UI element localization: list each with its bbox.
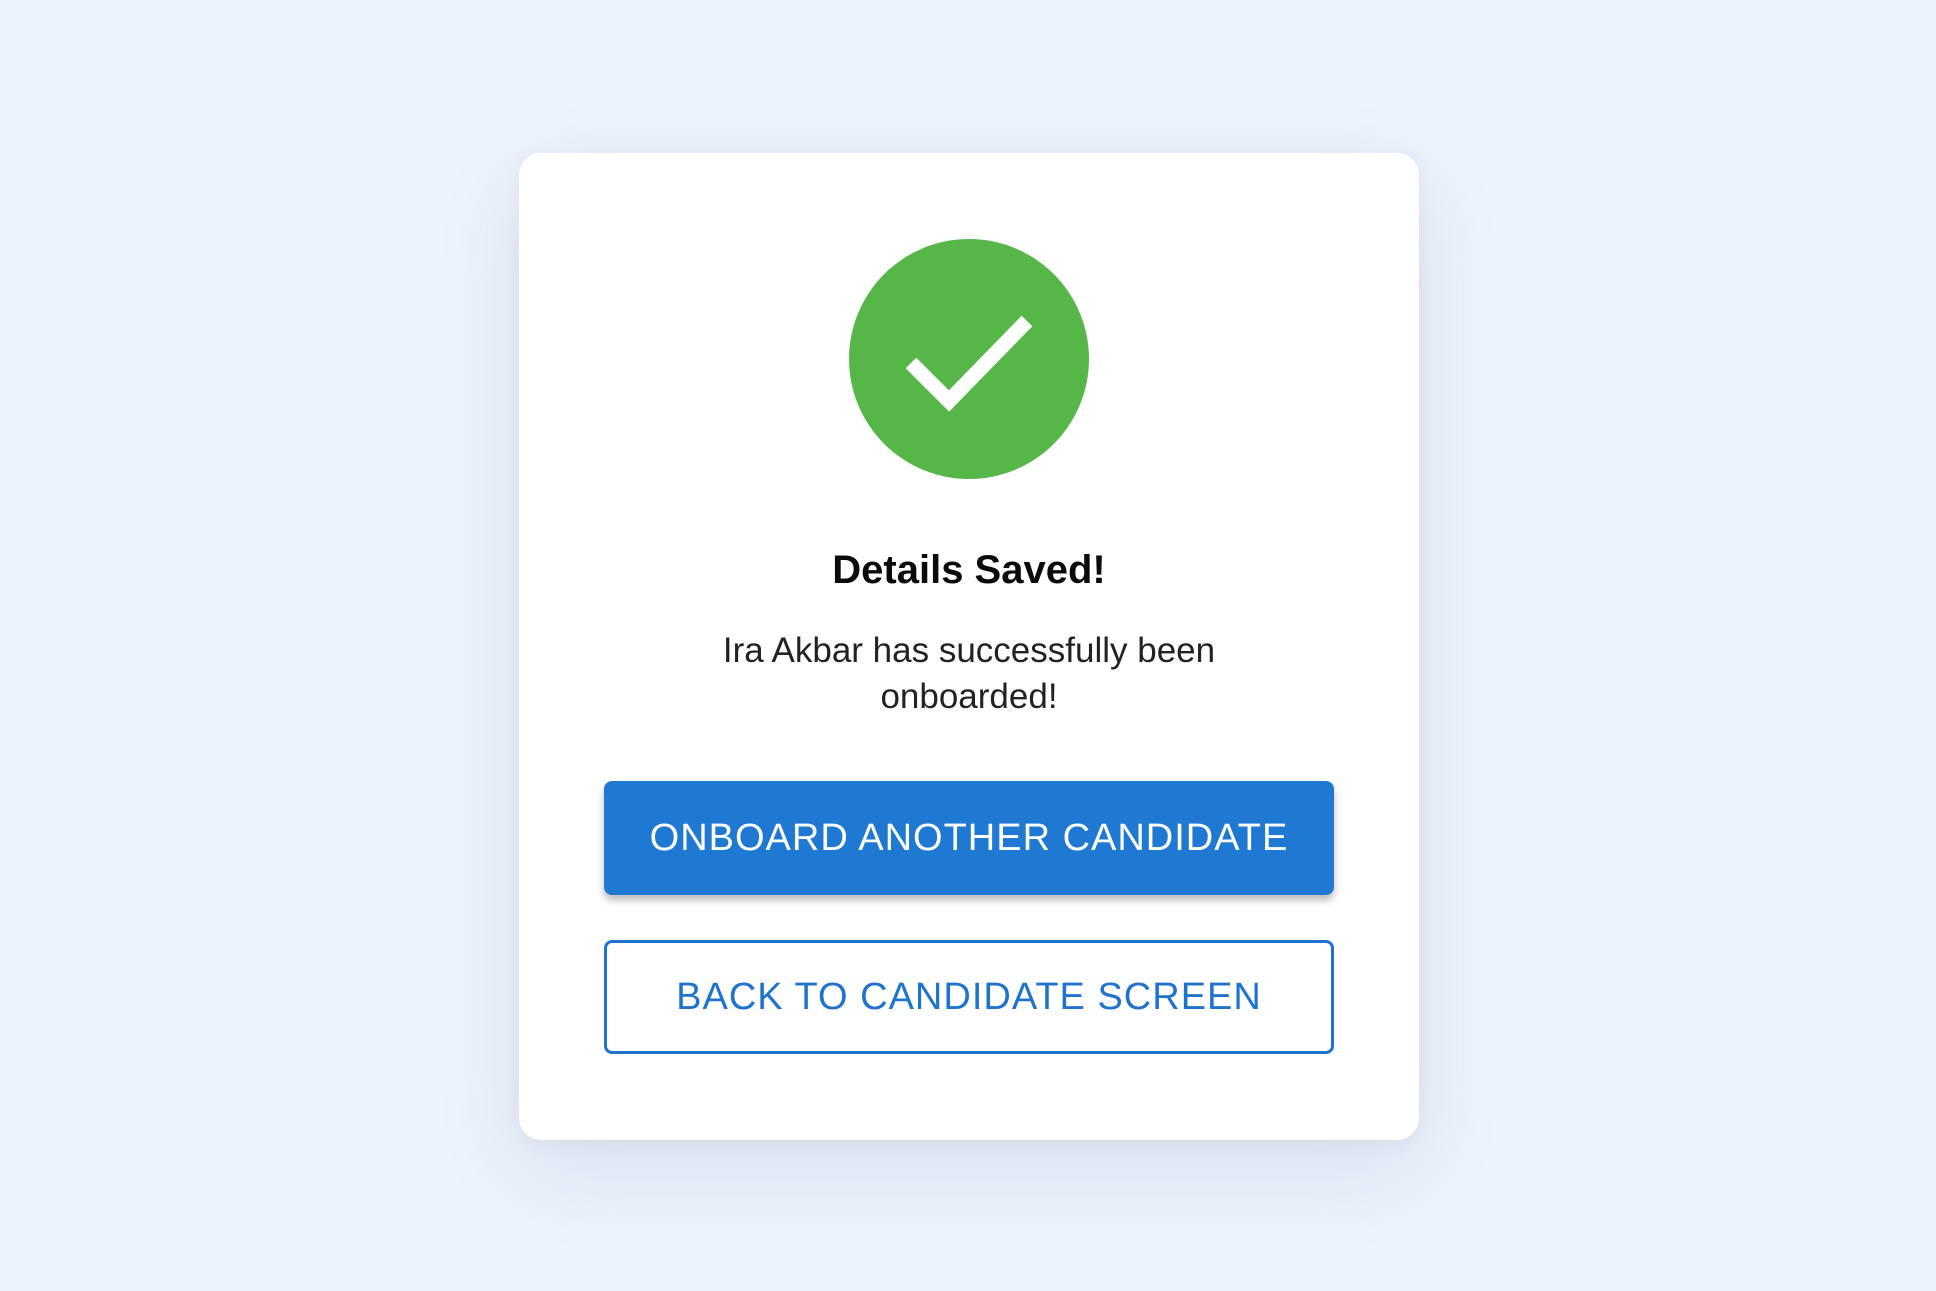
dialog-title: Details Saved! <box>832 548 1106 592</box>
check-circle-icon <box>849 239 1089 479</box>
back-to-candidate-screen-button[interactable]: BACK TO CANDIDATE SCREEN <box>604 940 1334 1054</box>
success-dialog: Details Saved! Ira Akbar has successfull… <box>519 153 1419 1140</box>
checkmark-icon <box>905 315 1033 412</box>
dialog-message: Ira Akbar has successfully been onboarde… <box>722 631 1216 716</box>
onboard-another-candidate-button[interactable]: ONBOARD ANOTHER CANDIDATE <box>604 781 1334 895</box>
